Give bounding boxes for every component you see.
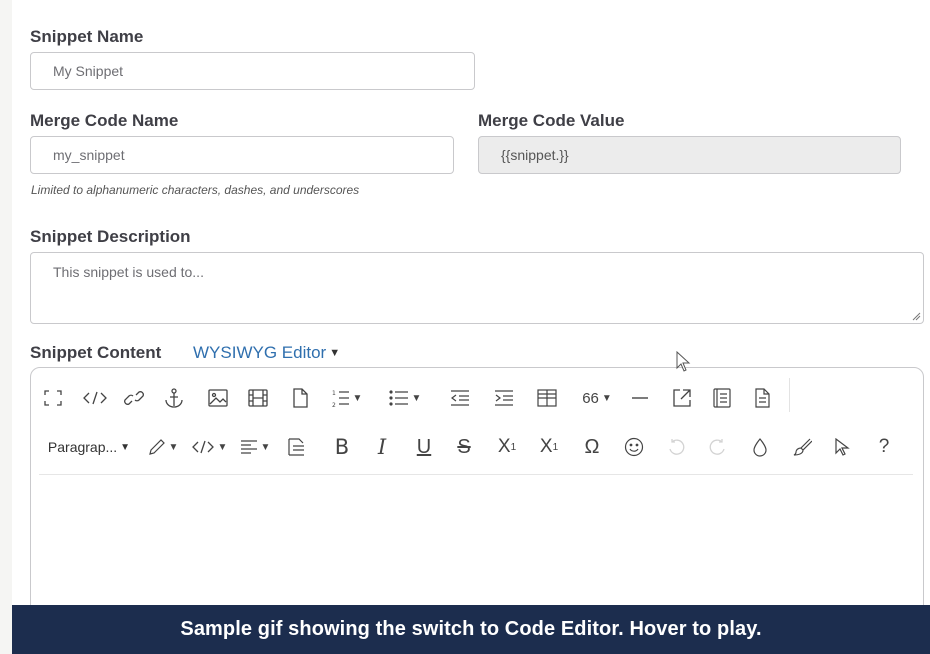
superscript-icon[interactable]: X1 bbox=[533, 425, 565, 469]
blockquote-icon[interactable]: 66 ▼ bbox=[575, 376, 619, 420]
merge-code-name-hint: Limited to alphanumeric characters, dash… bbox=[31, 183, 360, 197]
align-icon[interactable]: ▼ bbox=[235, 425, 275, 469]
link-icon[interactable] bbox=[119, 376, 149, 420]
snippet-name-value: My Snippet bbox=[53, 63, 124, 79]
strikethrough-icon[interactable]: S bbox=[449, 425, 479, 469]
resize-handle-icon[interactable] bbox=[912, 312, 921, 321]
bold-icon[interactable]: B bbox=[327, 425, 357, 469]
paragraph-format-dropdown[interactable]: Paragrap... ▼ bbox=[39, 425, 139, 469]
merge-code-value-field: {{snippet.}} bbox=[478, 136, 901, 174]
source-code-icon[interactable] bbox=[79, 376, 111, 420]
pencil-icon[interactable]: ▼ bbox=[143, 425, 183, 469]
merge-code-name-value: my_snippet bbox=[53, 147, 125, 163]
chevron-down-icon: ▼ bbox=[329, 347, 341, 359]
document-icon[interactable] bbox=[747, 376, 777, 420]
snippet-name-label: Snippet Name bbox=[30, 27, 144, 46]
snippet-name-input[interactable]: My Snippet bbox=[30, 52, 475, 90]
page-icon[interactable] bbox=[285, 376, 315, 420]
line-height-icon[interactable] bbox=[281, 425, 311, 469]
underline-icon[interactable]: U bbox=[409, 425, 439, 469]
outdent-icon[interactable] bbox=[445, 376, 475, 420]
editor-mode-label: WYSIWYG Editor bbox=[193, 343, 327, 362]
table-icon[interactable] bbox=[531, 376, 563, 420]
special-character-icon[interactable]: Ω bbox=[577, 425, 607, 469]
bullet-list-icon[interactable]: ▼ bbox=[381, 376, 429, 420]
template-icon[interactable] bbox=[707, 376, 737, 420]
redo-icon[interactable] bbox=[703, 425, 733, 469]
help-glyph: ? bbox=[878, 436, 890, 457]
snippet-description-label: Snippet Description bbox=[30, 227, 191, 246]
emoji-icon[interactable] bbox=[619, 425, 649, 469]
fullscreen-icon[interactable] bbox=[39, 376, 67, 420]
select-pointer-icon[interactable] bbox=[827, 425, 857, 469]
svg-text:1: 1 bbox=[332, 390, 336, 397]
editor-mode-dropdown[interactable]: WYSIWYG Editor ▼ bbox=[193, 343, 340, 363]
mouse-cursor-icon bbox=[676, 351, 691, 372]
external-link-icon[interactable] bbox=[667, 376, 697, 420]
wysiwyg-editor: 1 2 ▼ ▼ 66 ▼ Paragrap... ▼ ▼ ▼ ▼ B I U S… bbox=[30, 367, 924, 627]
svg-text:2: 2 bbox=[332, 402, 336, 407]
blockquote-glyph: 66 bbox=[582, 389, 599, 407]
paragraph-format-label: Paragrap... bbox=[47, 439, 118, 455]
numbered-list-icon[interactable]: 1 2 ▼ bbox=[323, 376, 371, 420]
snippet-description-textarea[interactable]: This snippet is used to... bbox=[30, 252, 924, 324]
snippet-content-label: Snippet Content bbox=[30, 343, 162, 362]
drop-icon[interactable] bbox=[745, 425, 775, 469]
indent-icon[interactable] bbox=[489, 376, 519, 420]
merge-code-name-label: Merge Code Name bbox=[30, 111, 179, 130]
snippet-description-placeholder: This snippet is used to... bbox=[53, 264, 204, 280]
undo-icon[interactable] bbox=[661, 425, 691, 469]
media-icon[interactable] bbox=[243, 376, 273, 420]
image-icon[interactable] bbox=[203, 376, 233, 420]
brush-icon[interactable] bbox=[787, 425, 817, 469]
code-icon[interactable]: ▼ bbox=[187, 425, 231, 469]
toolbar-divider bbox=[789, 378, 790, 412]
merge-code-value-label: Merge Code Value bbox=[478, 111, 625, 130]
subscript-icon[interactable]: X1 bbox=[491, 425, 523, 469]
merge-code-name-input[interactable]: my_snippet bbox=[30, 136, 454, 174]
help-icon[interactable]: ? bbox=[869, 425, 899, 469]
merge-code-value-text: {{snippet.}} bbox=[501, 147, 569, 163]
horizontal-rule-icon[interactable] bbox=[625, 376, 655, 420]
gif-caption-text: Sample gif showing the switch to Code Ed… bbox=[180, 618, 762, 640]
anchor-icon[interactable] bbox=[159, 376, 189, 420]
italic-icon[interactable]: I bbox=[367, 425, 397, 469]
gif-caption-banner: Sample gif showing the switch to Code Ed… bbox=[12, 605, 930, 654]
